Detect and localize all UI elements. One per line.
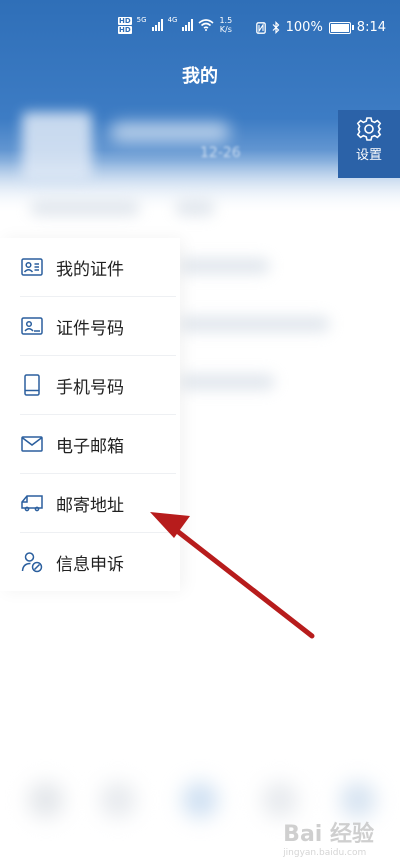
settings-button[interactable]: 设置: [338, 110, 400, 178]
id-number-icon: [20, 314, 44, 338]
menu-item-my-id[interactable]: 我的证件: [20, 238, 176, 297]
blurred-text: [30, 200, 140, 216]
hd-badge-top: HD: [118, 16, 132, 25]
status-bar: HD HD 5G 4G 1.5 K/s 100% 8:14: [0, 14, 400, 44]
watermark: Bai 经验 jingyan.baidu.com: [283, 816, 374, 858]
status-right: 100% 8:14: [255, 20, 386, 35]
status-left: HD HD 5G 4G 1.5 K/s: [118, 16, 232, 34]
blurred-text: [180, 258, 270, 274]
menu-item-label: 信息申诉: [56, 554, 124, 575]
speed-value: 1.5: [219, 16, 233, 25]
network-type-2: 4G: [167, 16, 178, 24]
hd-badge-bottom: HD: [118, 25, 132, 34]
speed-unit: K/s: [219, 25, 232, 34]
menu-item-label: 手机号码: [56, 377, 124, 398]
nav-icon-blurred: [340, 782, 376, 818]
nav-icon-blurred: [100, 782, 136, 818]
menu-item-label: 电子邮箱: [56, 436, 124, 457]
menu-item-mail-address[interactable]: 邮寄地址: [20, 474, 176, 533]
user-name-blurred: [110, 122, 230, 142]
account-menu: 我的证件 证件号码 手机号码 电子邮箱 邮寄地址 信息申诉: [0, 238, 180, 591]
nav-icon-blurred: [182, 782, 218, 818]
user-appeal-icon: [20, 550, 44, 574]
clock: 8:14: [356, 20, 386, 35]
page-title: 我的: [182, 66, 218, 87]
watermark-url: jingyan.baidu.com: [283, 848, 367, 858]
nav-icon-blurred: [262, 782, 298, 818]
battery-icon: [328, 21, 354, 34]
menu-item-appeal[interactable]: 信息申诉: [20, 533, 176, 591]
date-blurred: 12-26: [200, 145, 241, 161]
battery-percent: 100%: [285, 20, 323, 35]
network-speed: 1.5 K/s: [219, 16, 232, 34]
menu-item-phone[interactable]: 手机号码: [20, 356, 176, 415]
watermark-text: Bai 经验: [283, 822, 374, 847]
blurred-text: [180, 316, 330, 332]
phone-icon: [20, 373, 44, 397]
nav-icon-blurred: [28, 782, 64, 818]
settings-label: 设置: [355, 148, 382, 163]
signal-icon-2: [182, 19, 194, 31]
menu-item-label: 我的证件: [56, 259, 124, 280]
menu-item-email[interactable]: 电子邮箱: [20, 415, 176, 474]
avatar: [22, 112, 92, 182]
hd-badges: HD HD: [118, 16, 132, 34]
menu-item-label: 证件号码: [56, 318, 124, 339]
wifi-icon: [198, 19, 214, 31]
truck-icon: [20, 491, 44, 515]
menu-item-id-number[interactable]: 证件号码: [20, 297, 176, 356]
menu-item-label: 邮寄地址: [56, 495, 124, 516]
gear-icon: [356, 117, 382, 141]
id-card-icon: [20, 255, 44, 279]
mail-icon: [20, 432, 44, 456]
nfc-icon: [255, 21, 266, 34]
signal-icon: [151, 19, 163, 31]
bluetooth-icon: [272, 21, 279, 34]
network-type: 5G: [136, 16, 147, 24]
blurred-text: [180, 374, 275, 390]
blurred-text: [175, 200, 215, 216]
